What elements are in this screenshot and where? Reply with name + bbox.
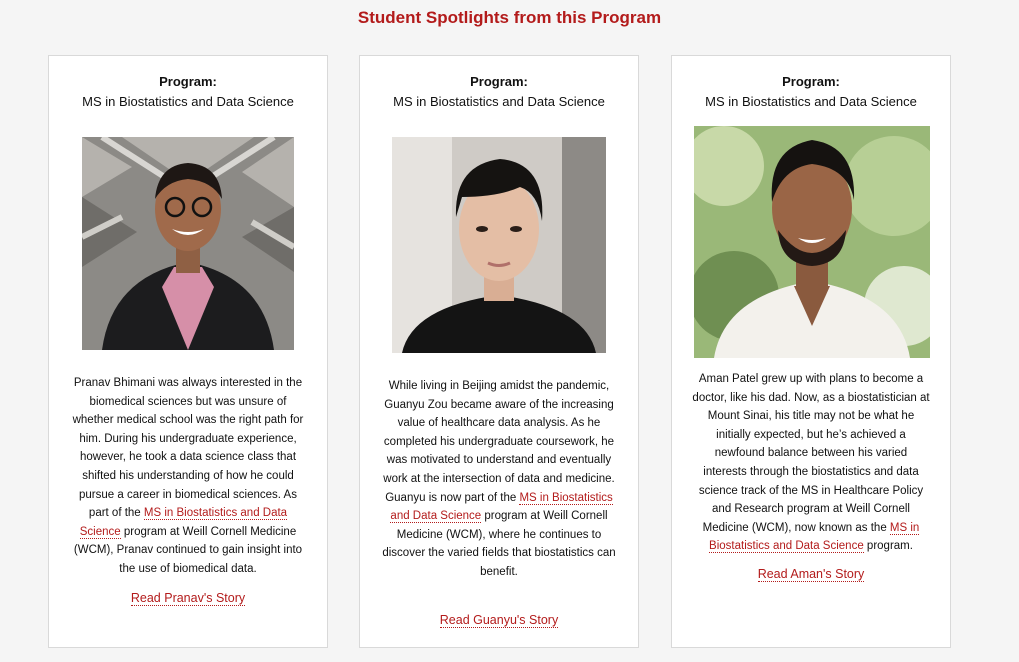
section-title: Student Spotlights from this Program xyxy=(357,8,662,27)
read-aman-story-link[interactable]: Read Aman's Story xyxy=(757,567,865,582)
story-text: Pranav Bhimani was always interested in … xyxy=(69,374,307,579)
program-name: MS in Biostatistics and Data Science xyxy=(82,94,294,109)
program-name: MS in Biostatistics and Data Science xyxy=(705,94,917,109)
spotlight-card-pranav: Program: MS in Biostatistics and Data Sc… xyxy=(48,55,328,648)
story-text-before: Aman Patel grew up with plans to become … xyxy=(692,373,930,534)
story-text: While living in Beijing amidst the pande… xyxy=(380,377,618,582)
student-photo xyxy=(392,137,606,353)
story-text: Aman Patel grew up with plans to become … xyxy=(692,370,930,556)
student-photo xyxy=(694,126,930,358)
read-pranav-story-link[interactable]: Read Pranav's Story xyxy=(130,591,246,606)
story-text-after: program. xyxy=(863,540,913,553)
spotlight-card-guanyu: Program: MS in Biostatistics and Data Sc… xyxy=(359,55,639,648)
program-label: Program: xyxy=(782,74,840,89)
program-name: MS in Biostatistics and Data Science xyxy=(393,94,605,109)
story-text-before: Pranav Bhimani was always interested in … xyxy=(72,377,304,520)
story-text-before: While living in Beijing amidst the pande… xyxy=(383,380,615,504)
read-guanyu-story-link[interactable]: Read Guanyu's Story xyxy=(439,613,559,628)
program-label: Program: xyxy=(159,74,217,89)
program-label: Program: xyxy=(470,74,528,89)
spotlight-card-aman: Program: MS in Biostatistics and Data Sc… xyxy=(671,55,951,648)
student-photo xyxy=(82,137,294,350)
